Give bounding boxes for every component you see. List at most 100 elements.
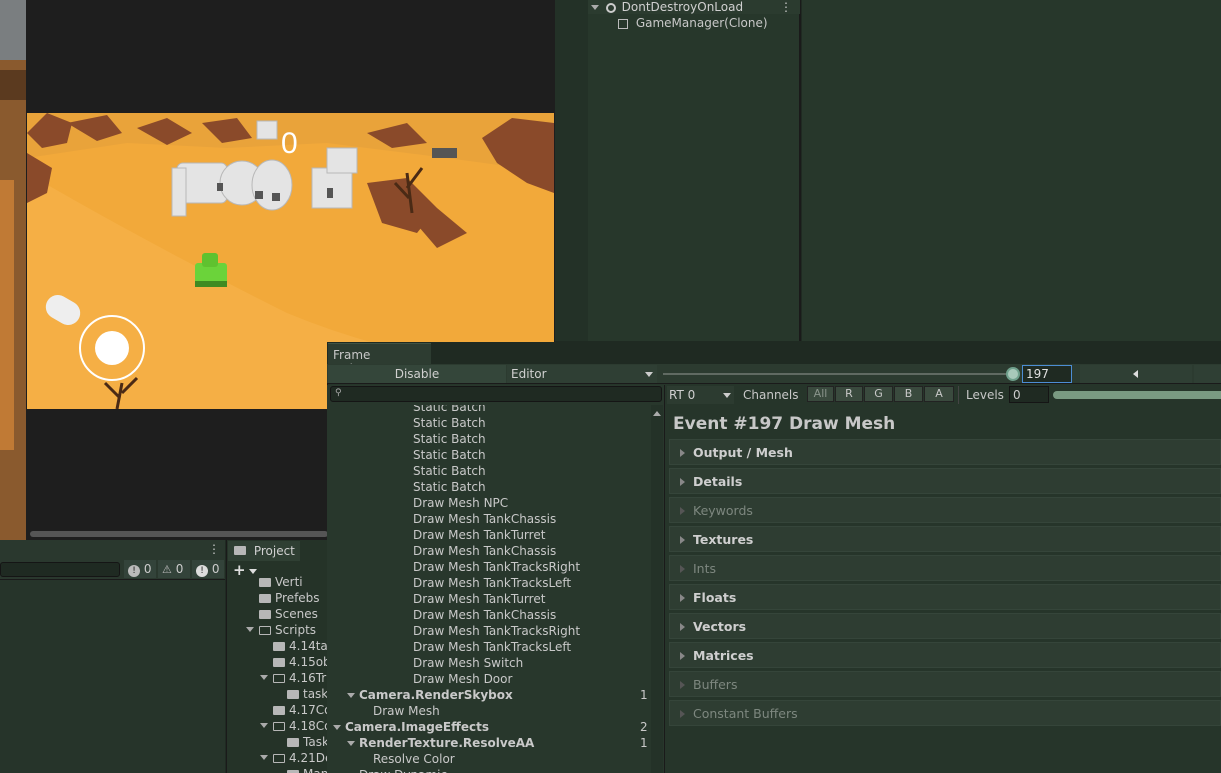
section-ints[interactable]: Ints <box>669 555 1221 581</box>
event-row[interactable]: Draw Mesh Switch <box>327 655 649 671</box>
event-row-label: Draw Mesh TankTurret <box>413 528 546 542</box>
expand-arrow-icon[interactable] <box>591 5 599 10</box>
expand-arrow-icon[interactable] <box>680 565 685 573</box>
expand-arrow-icon[interactable] <box>680 536 685 544</box>
event-row[interactable]: Draw Mesh NPC <box>327 495 649 511</box>
event-index-field[interactable]: 197 <box>1022 365 1072 383</box>
disable-button-label: Disable <box>394 367 440 381</box>
target-dropdown[interactable]: Editor <box>507 365 657 383</box>
event-row[interactable]: Static Batch <box>327 479 649 495</box>
game-view-scrollbar[interactable] <box>30 531 328 537</box>
levels-label: Levels <box>966 388 1004 402</box>
event-search-input[interactable]: ⚲ <box>330 386 662 402</box>
event-row[interactable]: Draw Mesh TankTurret <box>327 527 649 543</box>
event-row[interactable]: Draw Mesh TankTracksRight <box>327 623 649 639</box>
expand-arrow-icon[interactable] <box>680 449 685 457</box>
tab-frame-debugger[interactable]: Frame Debugger <box>328 343 431 376</box>
joystick-knob[interactable] <box>95 331 129 365</box>
event-row[interactable]: Draw Mesh Door <box>327 671 649 687</box>
event-list-scrollbar[interactable] <box>651 405 663 773</box>
channel-g-button[interactable]: G <box>864 386 893 402</box>
section-buffers[interactable]: Buffers <box>669 671 1221 697</box>
expand-arrow-icon[interactable] <box>260 675 268 680</box>
channel-all-button[interactable]: All <box>807 386 834 402</box>
event-row[interactable]: Draw Mesh <box>327 703 649 719</box>
expand-arrow-icon[interactable] <box>260 723 268 728</box>
event-row[interactable]: Draw Dynamic <box>327 767 649 773</box>
console-error-toggle[interactable]: ! 0 <box>124 560 156 578</box>
event-row[interactable]: Draw Mesh TankTracksLeft <box>327 639 649 655</box>
project-tab[interactable]: Project <box>228 541 300 561</box>
event-row[interactable]: Draw Mesh TankTracksRight <box>327 559 649 575</box>
expand-arrow-icon[interactable] <box>680 710 685 718</box>
event-slider[interactable] <box>661 365 1020 383</box>
expand-arrow-icon[interactable] <box>680 681 685 689</box>
section-textures[interactable]: Textures <box>669 526 1221 552</box>
kebab-menu-icon[interactable]: ⋮ <box>780 0 792 14</box>
section-constant-buffers[interactable]: Constant Buffers <box>669 700 1221 726</box>
event-row[interactable]: RenderTexture.ResolveAA 1 <box>327 735 649 751</box>
project-item-label: 4.15ob <box>289 655 327 669</box>
project-item-label: 4.14tas <box>289 639 327 653</box>
event-slider-thumb[interactable] <box>1006 367 1020 381</box>
expand-arrow-icon[interactable] <box>680 594 685 602</box>
event-row[interactable]: Draw Mesh TankChassis <box>327 511 649 527</box>
expand-arrow-icon[interactable] <box>680 507 685 515</box>
levels-range-slider[interactable] <box>1053 391 1221 399</box>
console-warning-toggle[interactable]: ⚠ 0 <box>158 560 190 578</box>
levels-input[interactable]: 0 <box>1009 386 1049 403</box>
hierarchy-gutter <box>555 0 588 341</box>
event-row[interactable]: Draw Mesh TankChassis <box>327 543 649 559</box>
section-floats[interactable]: Floats <box>669 584 1221 610</box>
previous-event-button[interactable] <box>1080 365 1192 383</box>
console-menu-icon[interactable]: ⋮ <box>208 542 220 556</box>
channel-a-button[interactable]: A <box>924 386 954 402</box>
expand-arrow-icon[interactable] <box>680 623 685 631</box>
scroll-up-icon[interactable] <box>653 411 661 416</box>
event-row[interactable]: Static Batch <box>327 405 649 415</box>
section-vectors[interactable]: Vectors <box>669 613 1221 639</box>
event-row[interactable]: Resolve Color <box>327 751 649 767</box>
expand-arrow-icon[interactable] <box>347 693 355 698</box>
event-row-label: Draw Mesh Switch <box>413 656 524 670</box>
event-list[interactable]: ⚲ Static Batch Static Batch Static Batch St… <box>327 385 665 773</box>
channel-r-button[interactable]: R <box>835 386 863 402</box>
event-row[interactable]: Camera.RenderSkybox 1 <box>327 687 649 703</box>
next-event-button[interactable] <box>1194 365 1221 383</box>
expand-arrow-icon[interactable] <box>680 478 685 486</box>
virtual-joystick[interactable] <box>79 315 145 381</box>
folder-open-icon <box>273 754 285 763</box>
expand-arrow-icon[interactable] <box>260 755 268 760</box>
folder-icon <box>259 578 271 587</box>
event-row-count: 1 <box>640 736 648 750</box>
section-details[interactable]: Details <box>669 468 1221 494</box>
event-row[interactable]: Static Batch <box>327 431 649 447</box>
rt-dropdown[interactable]: RT 0 <box>667 386 734 404</box>
project-item-label: Prefebs <box>275 591 320 605</box>
section-label: Keywords <box>693 503 753 518</box>
event-row[interactable]: Camera.ImageEffects 2 <box>327 719 649 735</box>
hierarchy-row-gamemanager[interactable]: GameManager(Clone) <box>618 15 768 31</box>
hierarchy-row-dontdestroyonload[interactable]: DontDestroyOnLoad ⋮ <box>588 0 800 14</box>
console-search-input[interactable] <box>0 562 120 577</box>
expand-arrow-icon[interactable] <box>680 652 685 660</box>
expand-arrow-icon[interactable] <box>333 725 341 730</box>
section-matrices[interactable]: Matrices <box>669 642 1221 668</box>
levels-value: 0 <box>1013 388 1021 402</box>
channel-b-button[interactable]: B <box>894 386 923 402</box>
scene-view-strip[interactable] <box>0 0 26 540</box>
event-row[interactable]: Static Batch <box>327 447 649 463</box>
event-row[interactable]: Static Batch <box>327 463 649 479</box>
project-item-label: task <box>303 687 327 701</box>
event-row[interactable]: Draw Mesh TankTracksLeft <box>327 575 649 591</box>
event-row[interactable]: Draw Mesh TankTurret <box>327 591 649 607</box>
console-info-toggle[interactable]: ! 0 <box>192 560 224 578</box>
event-row[interactable]: Static Batch <box>327 415 649 431</box>
expand-arrow-icon[interactable] <box>347 741 355 746</box>
expand-arrow-icon[interactable] <box>246 627 254 632</box>
event-row[interactable]: Draw Mesh TankChassis <box>327 607 649 623</box>
event-row-label: Static Batch <box>413 448 486 462</box>
disable-button[interactable]: Disable <box>328 365 506 383</box>
section-keywords[interactable]: Keywords <box>669 497 1221 523</box>
section-output-mesh[interactable]: Output / Mesh <box>669 439 1221 465</box>
